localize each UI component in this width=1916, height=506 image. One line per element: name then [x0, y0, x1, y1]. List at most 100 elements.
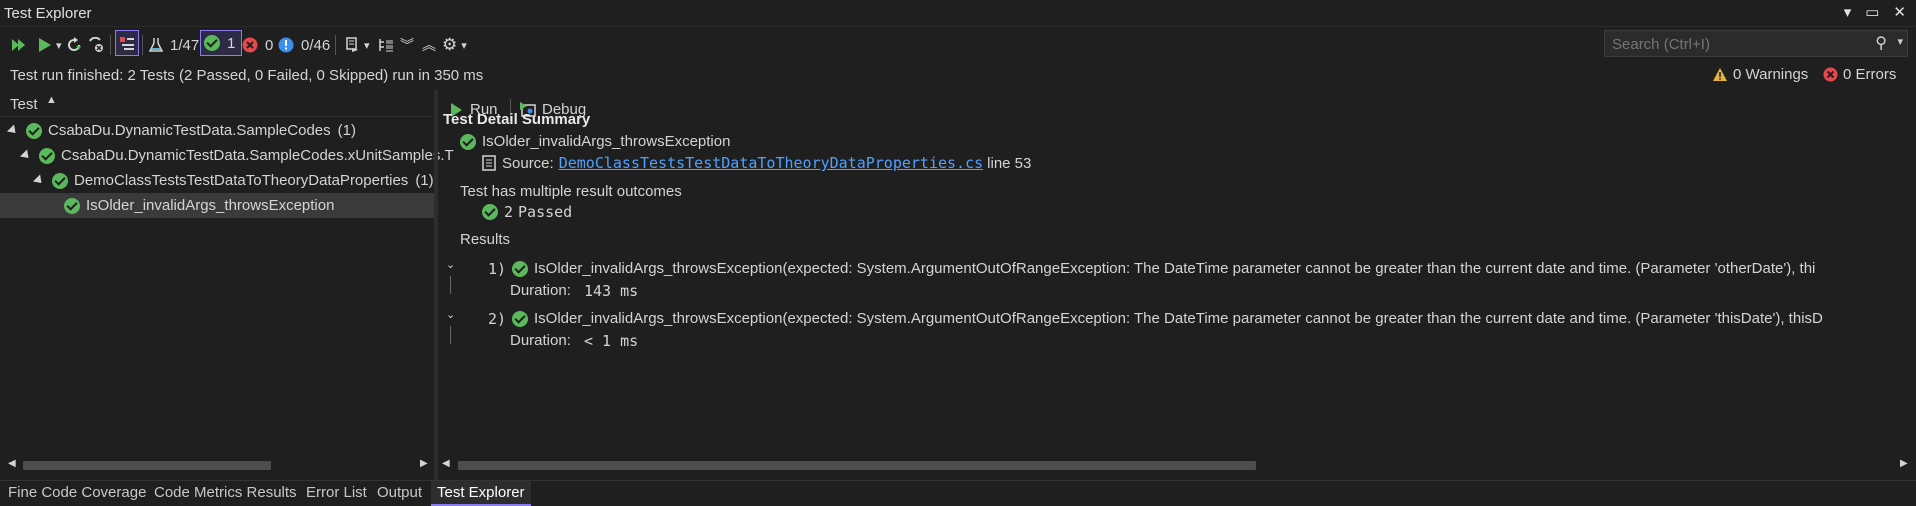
status-line: Test run finished: 2 Tests (2 Passed, 0 … — [0, 63, 1916, 87]
expand-all-button[interactable]: ︾ — [400, 31, 414, 59]
sort-ascending-icon[interactable]: ▲ — [46, 94, 57, 106]
refresh-icon — [68, 37, 81, 51]
tree-horizontal-scrollbar[interactable]: ◀ ▶ — [0, 456, 434, 474]
chevron-down-icon[interactable]: ▾ — [1897, 35, 1903, 48]
tab-output[interactable]: Output — [377, 484, 422, 501]
search-box[interactable]: ⚲ ▾ — [1604, 30, 1908, 58]
tree-item-label: DemoClassTestsTestDataToTheoryDataProper… — [74, 172, 409, 189]
tree-item[interactable]: CsabaDu.DynamicTestData.SampleCodes.xUni… — [19, 143, 454, 168]
tab-error-list[interactable]: Error List — [306, 484, 367, 501]
chevron-down-icon[interactable]: ⌄ — [446, 308, 455, 321]
test-tree-pane: Test ▲ CsabaDu.DynamicTestData.SampleCod… — [0, 90, 454, 478]
run-summary: Test run finished: 2 Tests (2 Passed, 0 … — [10, 67, 484, 84]
warnings-indicator[interactable]: 0 Warnings — [1712, 66, 1808, 83]
passed-outcome-count: 2 — [504, 203, 514, 221]
total-tests-filter[interactable]: 1/47 — [148, 31, 199, 59]
source-label: Source: — [502, 154, 554, 172]
run-button[interactable]: ▾ — [38, 31, 62, 59]
search-icon[interactable]: ⚲ — [1875, 33, 1887, 53]
scroll-right-icon[interactable]: ▶ — [1900, 458, 1908, 469]
duration-value: 143 ms — [584, 282, 639, 300]
cancel-run-button[interactable] — [88, 31, 104, 59]
errors-count: 0 Errors — [1843, 66, 1897, 83]
passed-count: 1 — [227, 34, 236, 52]
expanded-icon[interactable] — [19, 149, 33, 162]
chevron-down-icon[interactable]: ▾ — [461, 39, 467, 52]
error-icon — [1823, 67, 1838, 82]
group-by-button[interactable] — [378, 31, 394, 59]
passed-icon — [204, 35, 220, 51]
search-input[interactable] — [1605, 31, 1864, 58]
chevron-down-icon[interactable]: ▾ — [56, 39, 62, 52]
total-tests-count: 1/47 — [170, 36, 200, 54]
failed-icon — [242, 37, 258, 53]
result-text: IsOlder_invalidArgs_throwsException(expe… — [534, 260, 1816, 277]
bottom-tab-strip: Fine Code Coverage Code Metrics Results … — [0, 480, 1916, 506]
chevron-down-icon[interactable]: ⌄ — [446, 258, 455, 271]
scroll-right-icon[interactable]: ▶ — [420, 458, 428, 469]
scrollbar-thumb[interactable] — [458, 461, 1256, 470]
duration-value: < 1 ms — [584, 332, 639, 350]
scroll-left-icon[interactable]: ◀ — [8, 458, 16, 469]
passed-icon — [512, 261, 528, 277]
source-file-link[interactable]: DemoClassTestsTestDataToTheoryDataProper… — [559, 154, 983, 172]
flask-icon — [148, 38, 164, 52]
tree-item-count: (1) — [415, 172, 434, 189]
show-output-button[interactable] — [115, 30, 139, 56]
errors-indicator[interactable]: 0 Errors — [1823, 66, 1896, 83]
passed-icon — [482, 204, 498, 220]
playlist-icon — [346, 37, 358, 52]
result-item: ⌄ 2) IsOlder_invalidArgs_throwsException… — [446, 308, 1916, 350]
gear-icon: ⚙ — [442, 35, 458, 54]
title-bar: Test Explorer ▾ ▭ ✕ — [0, 0, 1916, 27]
failed-count: 0 — [265, 36, 274, 54]
summary-heading: Test Detail Summary — [443, 111, 591, 128]
chevron-down-icon[interactable]: ▾ — [364, 39, 370, 52]
detail-horizontal-scrollbar[interactable]: ◀ ▶ — [438, 456, 1916, 474]
tree-header[interactable]: Test ▲ — [0, 90, 434, 117]
tab-fine-code-coverage[interactable]: Fine Code Coverage — [8, 484, 146, 501]
tab-code-metrics-results[interactable]: Code Metrics Results — [154, 484, 297, 501]
close-icon[interactable]: ✕ — [1893, 3, 1906, 21]
results-heading: Results — [460, 231, 511, 248]
scrollbar-thumb[interactable] — [23, 461, 271, 470]
passed-icon — [512, 311, 528, 327]
passed-icon — [39, 147, 55, 164]
expanded-icon[interactable] — [6, 124, 20, 137]
passed-filter-button[interactable]: 1 — [200, 30, 243, 56]
playlist-button[interactable]: ▾ — [344, 31, 370, 59]
tree-item[interactable]: CsabaDu.DynamicTestData.SampleCodes (1) — [6, 118, 356, 143]
run-all-icon — [12, 39, 25, 51]
play-icon — [39, 38, 51, 52]
tree-item-label: CsabaDu.DynamicTestData.SampleCodes — [48, 122, 331, 139]
test-detail-pane: Run Debug Test Detail Summary IsOlder_in… — [438, 90, 1916, 478]
hierarchy-icon — [379, 39, 393, 52]
scroll-left-icon[interactable]: ◀ — [442, 458, 450, 469]
tree-item[interactable]: DemoClassTestsTestDataToTheoryDataProper… — [32, 168, 434, 193]
collapse-all-button[interactable]: ︽ — [422, 31, 436, 59]
result-index: 1) — [488, 260, 507, 278]
result-text: IsOlder_invalidArgs_throwsException(expe… — [534, 310, 1823, 327]
expanded-icon[interactable] — [32, 174, 46, 187]
failed-filter-button[interactable]: 0 — [242, 31, 273, 59]
run-all-button[interactable] — [10, 31, 26, 59]
duration-label: Duration: — [510, 332, 571, 349]
tree-item-selected[interactable]: IsOlder_invalidArgs_throwsException — [0, 193, 434, 218]
outcomes-heading: Test has multiple result outcomes — [460, 183, 682, 200]
passed-outcome-label: Passed — [518, 203, 573, 221]
tab-test-explorer[interactable]: Test Explorer — [431, 481, 531, 506]
settings-button[interactable]: ⚙ ▾ — [442, 31, 467, 59]
source-line: line 53 — [987, 154, 1032, 172]
test-name: IsOlder_invalidArgs_throwsException — [482, 133, 731, 150]
repeat-last-run-button[interactable] — [66, 31, 82, 59]
document-icon — [482, 155, 496, 171]
collapse-all-icon: ︽ — [422, 37, 436, 53]
not-run-filter-button[interactable]: 0/46 — [278, 31, 330, 59]
maximize-icon[interactable]: ▭ — [1865, 3, 1879, 21]
column-header-test[interactable]: Test — [10, 96, 38, 113]
result-item: ⌄ 1) IsOlder_invalidArgs_throwsException… — [446, 258, 1916, 300]
tree-item-label: CsabaDu.DynamicTestData.SampleCodes.xUni… — [61, 147, 454, 164]
dropdown-icon[interactable]: ▾ — [1844, 3, 1852, 21]
passed-outcome: 2 Passed — [482, 203, 572, 221]
filter-icon — [120, 37, 134, 50]
